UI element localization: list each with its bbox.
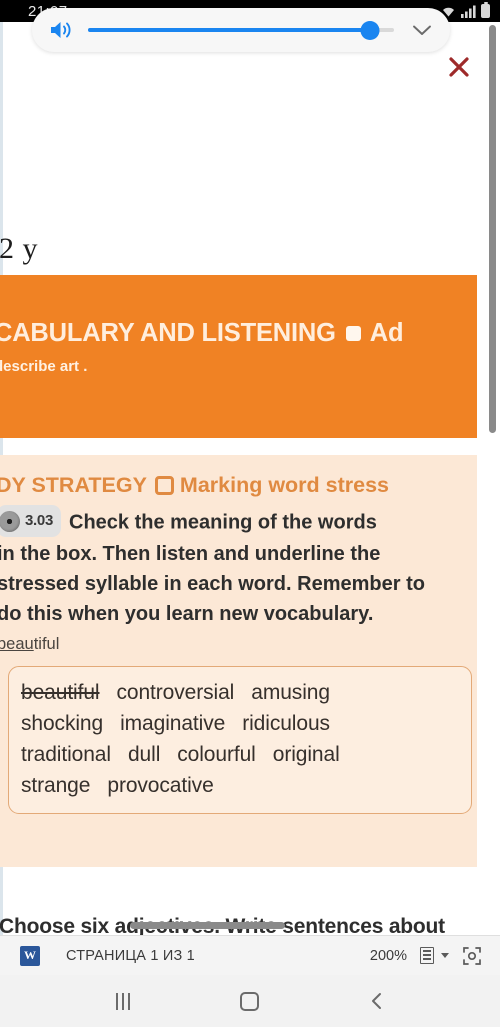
vocabulary-word[interactable]: imaginative [120, 712, 225, 735]
vocabulary-word-box: beautiful controversial amusing shocking ima… [8, 666, 472, 814]
vocabulary-word[interactable]: amusing [251, 681, 330, 704]
volume-overlay-panel[interactable] [32, 8, 450, 52]
word-status-bar: W СТРАНИЦА 1 ИЗ 1 200% [0, 935, 500, 975]
strategy-topic: Marking word stress [179, 473, 390, 497]
vocabulary-word[interactable]: colourful [177, 743, 256, 766]
vocabulary-word[interactable]: shocking [21, 712, 103, 735]
page-indicator[interactable]: СТРАНИЦА 1 ИЗ 1 [66, 948, 195, 964]
vertical-scrollbar[interactable] [489, 25, 496, 433]
study-strategy-panel: DY STRATEGY Marking word stress 3.03 Che… [0, 455, 477, 867]
fit-to-screen-icon[interactable] [462, 946, 482, 966]
status-bar-controls: 200% [370, 946, 486, 966]
zoom-level[interactable]: 200% [370, 948, 407, 964]
volume-slider-thumb[interactable] [360, 20, 380, 40]
status-icons [441, 1, 490, 18]
section-subheading: describe art . [0, 358, 88, 375]
audio-track-badge[interactable]: 3.03 [0, 505, 61, 537]
example-word: beautiful [0, 635, 477, 654]
volume-slider[interactable] [88, 20, 394, 40]
vocabulary-word[interactable]: traditional [21, 743, 111, 766]
strategy-heading: DY STRATEGY Marking word stress [0, 473, 477, 498]
close-button[interactable] [444, 52, 474, 82]
example-stressed-syllable: beau [0, 635, 34, 653]
recents-button[interactable] [94, 981, 152, 1021]
horizontal-scrollbar[interactable] [130, 922, 285, 929]
vocabulary-word[interactable]: strange [21, 774, 90, 797]
signal-icon [461, 5, 476, 18]
battery-icon [481, 1, 490, 18]
home-button[interactable] [221, 981, 279, 1021]
vocabulary-word[interactable]: controversial [117, 681, 235, 704]
word-app-logo: W [20, 945, 40, 966]
vocabulary-word[interactable]: beautiful [21, 681, 100, 704]
volume-slider-fill [88, 28, 370, 32]
vocabulary-word[interactable]: original [273, 743, 340, 766]
back-chevron-icon [371, 993, 381, 1009]
word-box-line: strange provocative [21, 770, 459, 801]
instruction-line-1: Check the meaning of the words [69, 511, 377, 534]
caret-down-icon[interactable] [441, 953, 449, 958]
section-header-band: CABULARY AND LISTENING Ad describe art . [0, 275, 477, 438]
home-icon [240, 991, 260, 1011]
example-word-rest: tiful [33, 635, 60, 653]
back-button[interactable] [348, 981, 406, 1021]
speaker-volume-icon[interactable] [46, 19, 76, 41]
audio-disc-icon [0, 510, 20, 532]
chevron-down-icon[interactable] [408, 23, 436, 37]
vocabulary-word[interactable]: dull [128, 743, 160, 766]
recents-icon [116, 992, 131, 1010]
close-x-icon [449, 57, 469, 77]
audio-track-number: 3.03 [25, 512, 53, 529]
instruction-line-2: in the box. Then listen and underline th… [0, 543, 381, 565]
instruction-text: 3.03 Check the meaning of the words in t… [0, 505, 477, 629]
section-heading-tail: Ad [369, 319, 404, 347]
word-box-line: shocking imaginative ridiculous [21, 708, 459, 739]
vocabulary-word[interactable]: ridiculous [242, 712, 330, 735]
instruction-line-4: do this when you learn new vocabulary. [0, 603, 374, 625]
phone-screen: 2 y CABULARY AND LISTENING Ad describe a… [0, 0, 500, 1027]
vocabulary-word[interactable]: provocative [107, 774, 213, 797]
outline-square-icon [154, 476, 174, 495]
android-nav-bar [0, 975, 500, 1027]
instruction-line-3: stressed syllable in each word. Remember… [0, 573, 425, 595]
filled-square-icon [345, 326, 361, 341]
unit-title: 2 y [0, 232, 38, 265]
word-box-line: beautiful controversial amusing [21, 677, 459, 708]
page-view-icon[interactable] [420, 947, 434, 964]
section-heading: CABULARY AND LISTENING Ad [0, 319, 477, 348]
document-viewport[interactable]: 2 y CABULARY AND LISTENING Ad describe a… [0, 22, 500, 935]
strategy-heading-text: DY STRATEGY [0, 473, 147, 497]
section-heading-text: CABULARY AND LISTENING [0, 319, 336, 347]
word-box-line: traditional dull colourful original [21, 739, 459, 770]
